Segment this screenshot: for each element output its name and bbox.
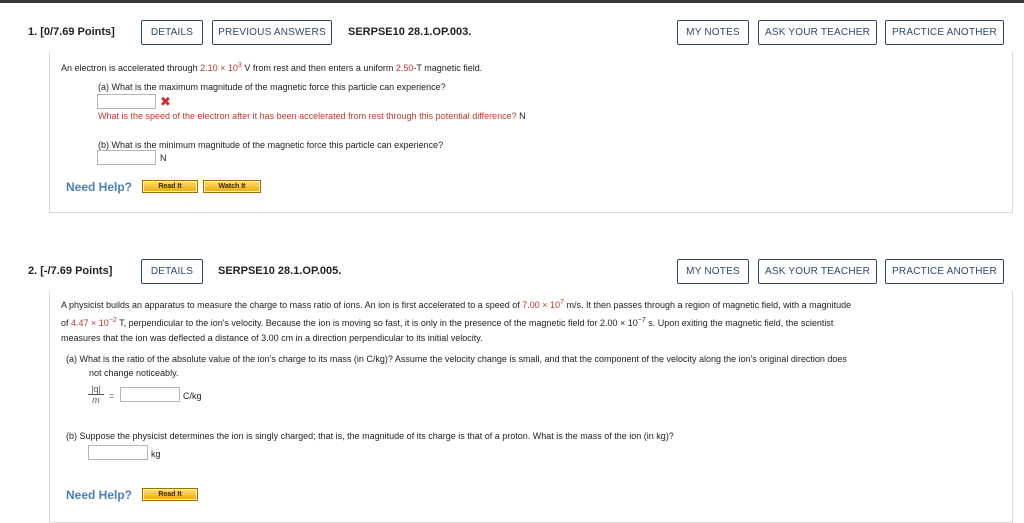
part-b-answer-input[interactable] (97, 150, 156, 165)
part-a-answer-input[interactable] (97, 94, 156, 109)
mass-answer-input[interactable] (88, 445, 148, 460)
previous-answers-button[interactable]: PREVIOUS ANSWERS (212, 20, 332, 45)
my-notes-button[interactable]: MY NOTES (677, 259, 749, 284)
question-2-part-a-line-1: (a) What is the ratio of the absolute va… (66, 354, 847, 364)
question-2-points: 2. [-/7.69 Points] (28, 265, 113, 277)
part-b-unit: N (160, 153, 167, 163)
practice-another-button[interactable]: PRACTICE ANOTHER (885, 20, 1004, 45)
details-button[interactable]: DETAILS (141, 20, 203, 45)
question-1-statement: An electron is accelerated through 2.10 … (61, 62, 483, 73)
details-button[interactable]: DETAILS (141, 259, 203, 284)
question-2-part-b: (b) Suppose the physicist determines the… (66, 431, 674, 441)
question-1-header: 1. [0/7.69 Points] DETAILS PREVIOUS ANSW… (0, 12, 1024, 52)
equals-sign: = (109, 391, 115, 401)
question-2-statement-line-2: of 4.47 × 10−2 T, perpendicular to the i… (61, 317, 834, 328)
need-help-label: Need Help? (66, 180, 133, 194)
read-it-button[interactable]: Read It (142, 180, 198, 193)
read-it-button[interactable]: Read It (142, 488, 198, 501)
question-2-statement-line-3: measures that the ion was deflected a di… (61, 333, 483, 343)
question-2-part-a-line-2: not change noticeably. (89, 368, 179, 378)
charge-mass-fraction: |q| m (88, 384, 104, 405)
practice-another-button[interactable]: PRACTICE ANOTHER (885, 259, 1004, 284)
mass-unit: kg (151, 449, 161, 459)
ask-your-teacher-button[interactable]: ASK YOUR TEACHER (758, 259, 877, 284)
my-notes-button[interactable]: MY NOTES (677, 20, 749, 45)
question-1-points: 1. [0/7.69 Points] (28, 26, 115, 38)
ratio-unit: C/kg (183, 391, 202, 401)
question-1-code: SERPSE10 28.1.OP.003. (348, 26, 472, 38)
question-2-statement-line-1: A physicist builds an apparatus to measu… (61, 299, 852, 310)
hint-text: What is the speed of the electron after … (98, 111, 526, 121)
question-2-body: A physicist builds an apparatus to measu… (49, 291, 1013, 523)
top-border (0, 0, 1024, 3)
question-1-body: An electron is accelerated through 2.10 … (49, 52, 1013, 213)
incorrect-x-icon: ✖ (160, 94, 171, 109)
question-2-code: SERPSE10 28.1.OP.005. (218, 265, 342, 277)
need-help-label: Need Help? (66, 488, 133, 502)
question-2-header: 2. [-/7.69 Points] DETAILS SERPSE10 28.1… (0, 251, 1024, 291)
ask-your-teacher-button[interactable]: ASK YOUR TEACHER (758, 20, 877, 45)
watch-it-button[interactable]: Watch It (203, 180, 261, 193)
ratio-answer-input[interactable] (120, 387, 180, 402)
question-1-part-a: (a) What is the maximum magnitude of the… (98, 82, 446, 92)
